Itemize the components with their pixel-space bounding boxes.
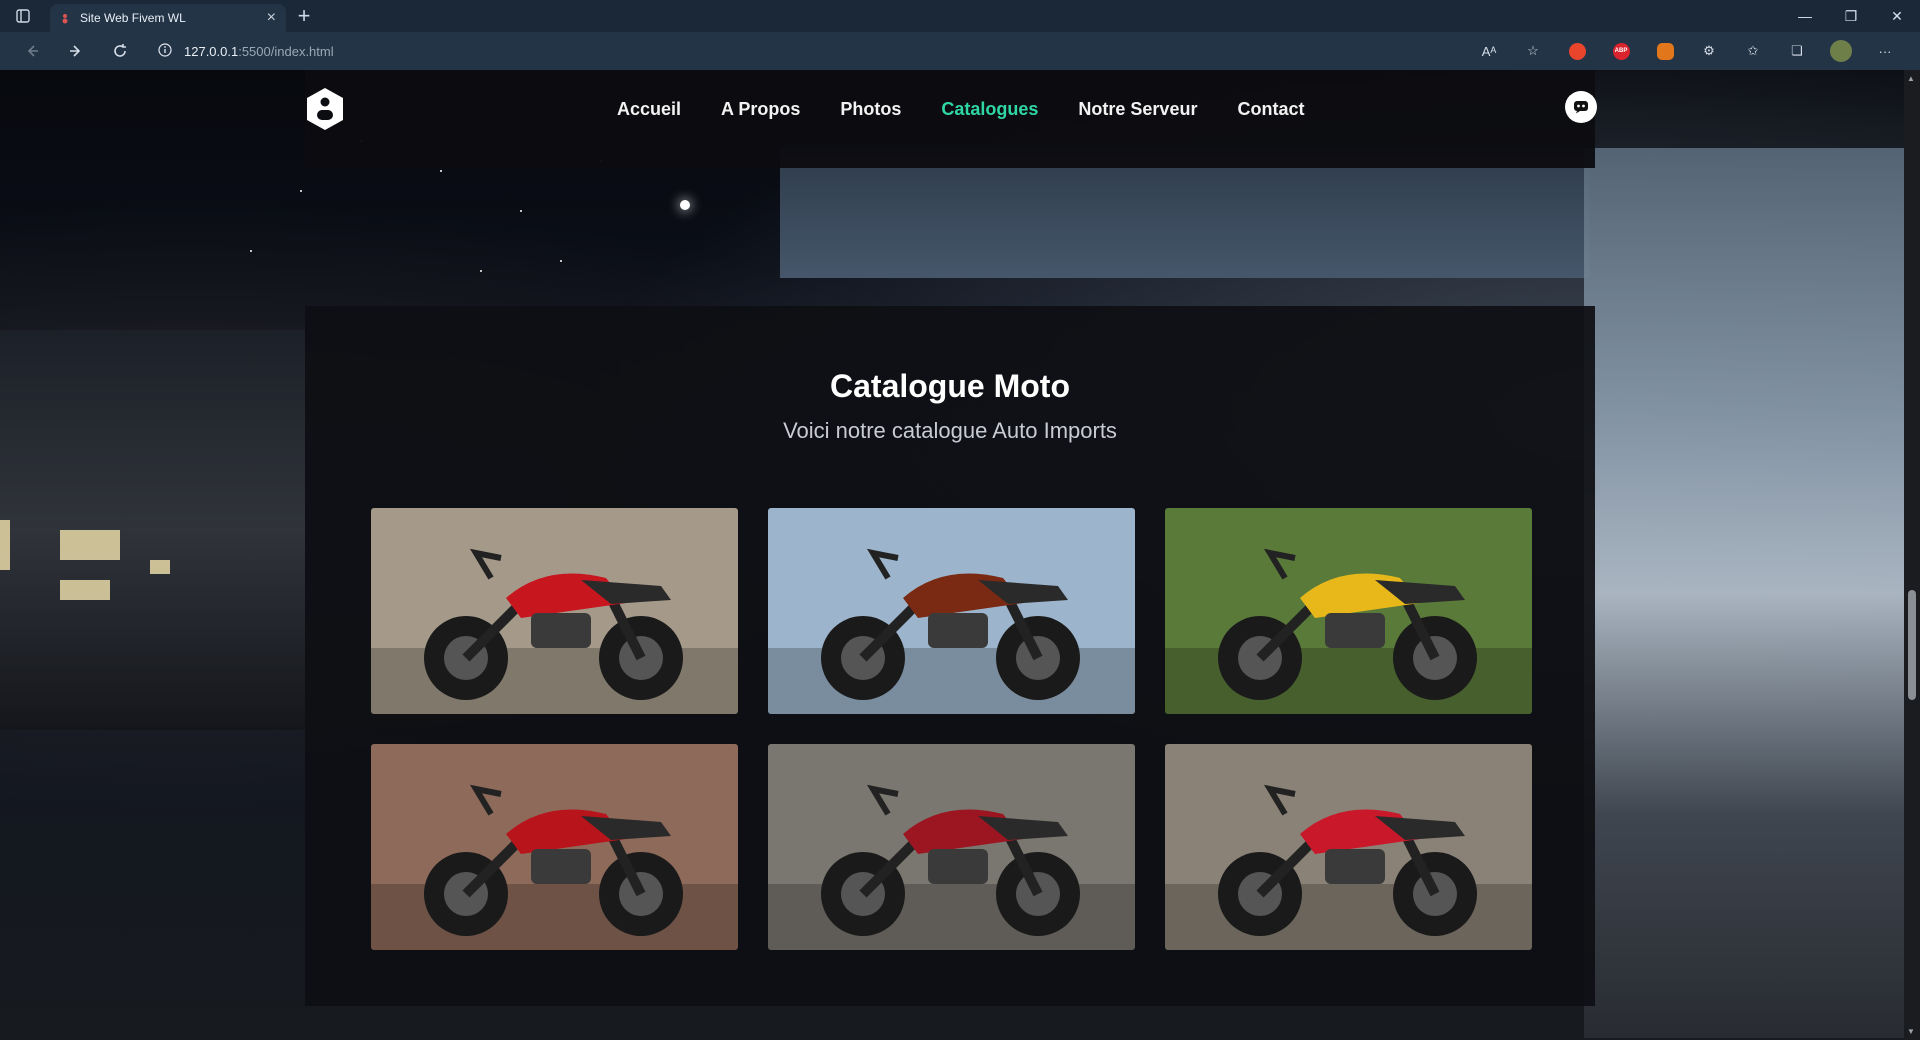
- back-button[interactable]: [10, 34, 54, 68]
- discord-icon: [1574, 101, 1588, 114]
- scrollbar-thumb[interactable]: [1908, 590, 1916, 700]
- site-navbar: Accueil A Propos Photos Catalogues Notre…: [305, 70, 1597, 168]
- background-building: [0, 330, 305, 730]
- catalogue-card[interactable]: [1165, 508, 1532, 714]
- motorcycle-image: [1165, 508, 1532, 714]
- window-close-icon[interactable]: ✕: [1874, 0, 1920, 32]
- nav-link-accueil[interactable]: Accueil: [617, 99, 681, 120]
- browser-tab-active[interactable]: Site Web Fivem WL ×: [50, 4, 286, 32]
- extension-toolbar: Aᴬ ☆ ABP ⚙ ✩ ❏ ···: [1474, 36, 1900, 66]
- window-controls: — ❐ ✕: [1782, 0, 1920, 32]
- minimize-icon[interactable]: —: [1782, 0, 1828, 32]
- page-scrollbar[interactable]: ▲ ▼: [1904, 70, 1920, 1040]
- motorcycle-image: [768, 744, 1135, 950]
- nav-link-a-propos[interactable]: A Propos: [721, 99, 800, 120]
- read-aloud-icon[interactable]: Aᴬ: [1474, 36, 1504, 66]
- favorites-icon[interactable]: ✩: [1738, 36, 1768, 66]
- catalogue-card[interactable]: [768, 508, 1135, 714]
- tab-close-icon[interactable]: ×: [267, 9, 276, 27]
- tab-actions-icon[interactable]: [0, 0, 46, 32]
- url-path: :5500/index.html: [238, 43, 334, 59]
- scroll-down-icon[interactable]: ▼: [1907, 1027, 1915, 1036]
- section-subtitle: Voici notre catalogue Auto Imports: [783, 418, 1117, 443]
- new-tab-button[interactable]: +: [286, 0, 322, 32]
- restore-icon[interactable]: ❐: [1828, 0, 1874, 32]
- motorcycle-image: [1165, 744, 1532, 950]
- reload-button[interactable]: [98, 34, 142, 68]
- profile-avatar-icon[interactable]: [1826, 36, 1856, 66]
- metamask-icon[interactable]: [1650, 36, 1680, 66]
- motorcycle-image: [371, 744, 738, 950]
- url-host: 127.0.0.1: [184, 43, 239, 59]
- page-viewport: Accueil A Propos Photos Catalogues Notre…: [0, 70, 1904, 1040]
- forward-button[interactable]: [54, 34, 98, 68]
- abp-label: ABP: [1612, 42, 1630, 60]
- section-title: Catalogue Moto: [830, 368, 1070, 404]
- background-hangar: [1584, 148, 1904, 1038]
- motorcycle-image: [768, 508, 1135, 714]
- site-info-icon[interactable]: [158, 42, 172, 60]
- nav-links: Accueil A Propos Photos Catalogues Notre…: [617, 99, 1344, 120]
- motorcycle-image: [371, 508, 738, 714]
- catalogue-grid: [371, 508, 1533, 950]
- tab-title: Site Web Fivem WL: [80, 11, 186, 25]
- url-field[interactable]: 127.0.0.1:5500/index.html: [146, 36, 1474, 66]
- adblock-plus-icon[interactable]: ABP: [1606, 36, 1636, 66]
- catalogue-section: Catalogue Moto Voici notre catalogue Aut…: [305, 306, 1595, 1006]
- honey-extension-icon[interactable]: [1562, 36, 1592, 66]
- site-favicon-icon: [60, 12, 70, 24]
- catalogue-card[interactable]: [768, 744, 1135, 950]
- browser-tab-bar: Site Web Fivem WL × + — ❐ ✕: [0, 0, 1920, 32]
- nav-link-notre-serveur[interactable]: Notre Serveur: [1078, 99, 1197, 120]
- nav-link-contact[interactable]: Contact: [1237, 99, 1304, 120]
- more-menu-icon[interactable]: ···: [1870, 36, 1900, 66]
- extensions-puzzle-icon[interactable]: ⚙: [1694, 36, 1724, 66]
- favorite-star-icon[interactable]: ☆: [1518, 36, 1548, 66]
- scroll-up-icon[interactable]: ▲: [1907, 74, 1915, 83]
- nav-link-photos[interactable]: Photos: [840, 99, 901, 120]
- catalogue-card[interactable]: [1165, 744, 1532, 950]
- catalogue-card[interactable]: [371, 744, 738, 950]
- discord-button[interactable]: [1565, 91, 1597, 123]
- collections-icon[interactable]: ❏: [1782, 36, 1812, 66]
- nav-link-catalogues[interactable]: Catalogues: [941, 99, 1038, 120]
- address-bar-row: 127.0.0.1:5500/index.html Aᴬ ☆ ABP ⚙ ✩ ❏…: [0, 32, 1920, 70]
- catalogue-card[interactable]: [371, 508, 738, 714]
- site-logo-icon[interactable]: [305, 87, 345, 131]
